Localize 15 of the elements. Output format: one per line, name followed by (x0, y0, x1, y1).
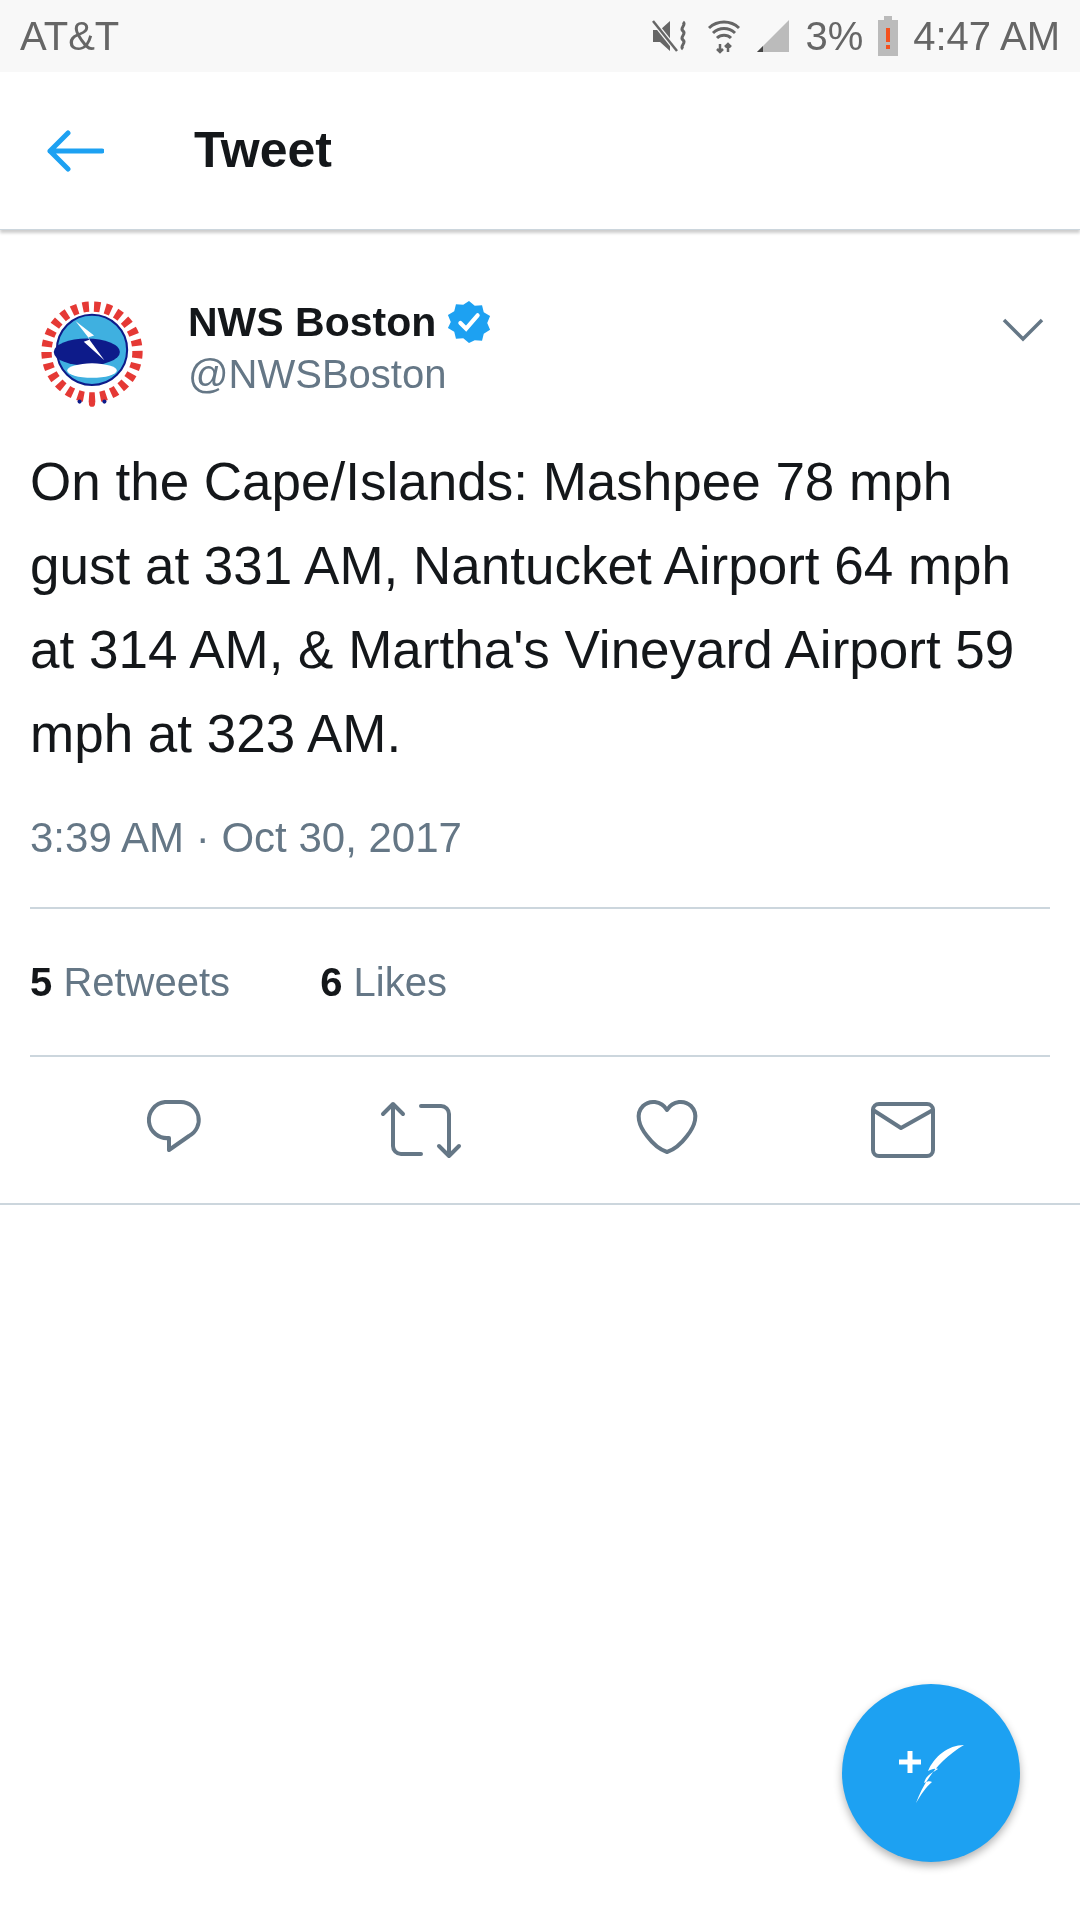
carrier-name: AT&T (20, 13, 120, 60)
header-title: Tweet (194, 121, 332, 180)
chevron-down-icon[interactable] (1002, 318, 1044, 342)
tweet-text: On the Cape/Islands: Mashpee 78 mph gust at 331 AM, Nantucket Airport 64 mph at 314 AM, & Martha's Vineyard Airport 59 mph at 323 AM. (30, 451, 1016, 765)
tweet-timestamp: 3:39 AM · Oct 30, 2017 (30, 814, 462, 861)
wifi-icon (707, 18, 742, 54)
back-arrow-icon[interactable] (46, 128, 104, 173)
author-name: NWS Boston (188, 298, 437, 347)
battery-percent: 3% (805, 13, 864, 60)
battery-icon (877, 16, 900, 56)
author-handle: @NWSBoston (188, 351, 448, 398)
stat-count[interactable]: 6 Likes (320, 952, 447, 1012)
stat-count[interactable]: 5 Retweets (30, 952, 231, 1012)
signal-icon (755, 18, 792, 54)
clock-time: 4:47 AM (913, 13, 1060, 60)
